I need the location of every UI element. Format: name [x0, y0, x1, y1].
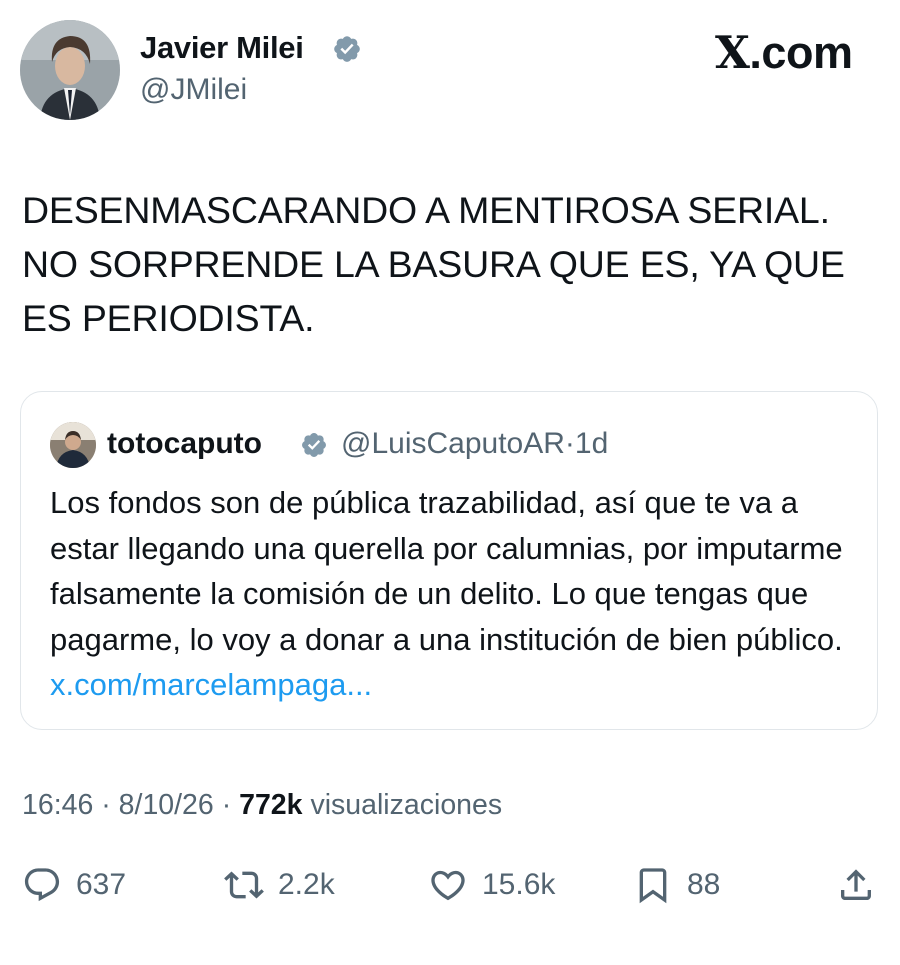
meta-separator: · [221, 789, 232, 821]
quoted-author-name[interactable]: totocaputo [107, 427, 262, 461]
tweet-date[interactable]: 8/10/26 [119, 789, 214, 821]
x-logo-icon: X [715, 26, 750, 79]
reply-button[interactable]: 637 [22, 862, 126, 908]
reply-icon [24, 868, 60, 902]
quoted-tweet-age[interactable]: 1d [575, 427, 608, 460]
reply-count: 637 [76, 868, 127, 901]
share-icon [841, 869, 871, 900]
verified-badge-icon [300, 431, 328, 459]
views-count: 772k [239, 789, 303, 821]
meta-separator: · [101, 789, 111, 821]
tweet-time[interactable]: 16:46 [22, 789, 93, 821]
bookmark-count: 88 [687, 868, 721, 901]
verified-badge-icon [332, 34, 362, 64]
quoted-tweet-text: Los fondos son de pública trazabilidad, … [50, 480, 865, 708]
quoted-author-handle[interactable]: @LuisCaputoAR [341, 427, 565, 460]
brand-label: X.com [715, 26, 853, 79]
tweet-meta: 16:46 · 8/10/26 · 772k visualizaciones [22, 789, 502, 822]
quoted-tweet-body: Los fondos son de pública trazabilidad, … [50, 485, 843, 657]
heart-icon [431, 870, 465, 901]
share-button[interactable] [836, 862, 876, 908]
repost-icon [224, 871, 264, 899]
meta-separator: · [564, 427, 575, 460]
quoted-tweet-link[interactable]: x.com/marcelampaga... [50, 667, 372, 702]
bookmark-icon [639, 868, 667, 904]
quoted-author-meta: @LuisCaputoAR·1d [341, 427, 608, 461]
tweet-text: DESENMASCARANDO A MENTIROSA SERIAL. NO S… [22, 189, 845, 339]
repost-button[interactable]: 2.2k [224, 862, 335, 908]
bookmark-button[interactable]: 88 [633, 862, 720, 908]
repost-count: 2.2k [278, 868, 335, 901]
author-avatar[interactable] [20, 20, 120, 120]
like-button[interactable]: 15.6k [428, 862, 555, 908]
like-count: 15.6k [482, 868, 556, 901]
quoted-author-avatar[interactable] [50, 422, 96, 468]
author-handle[interactable]: @JMilei [140, 73, 247, 107]
views-label: visualizaciones [310, 789, 503, 821]
author-name[interactable]: Javier Milei [140, 30, 304, 66]
brand-suffix: .com [749, 27, 853, 78]
